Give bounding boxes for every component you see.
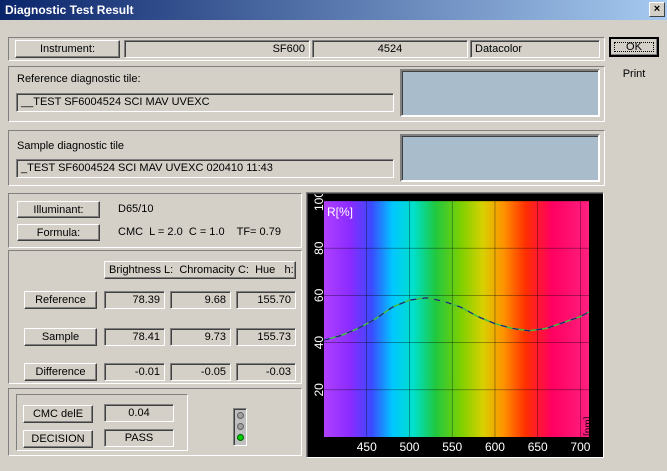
cmc-dele-value: 0.04 [104,404,174,422]
sample-tile-label: Sample diagnostic tile [17,140,125,152]
formula-button[interactable]: Formula: [17,224,100,241]
cmc-dele-button[interactable]: CMC delE [23,405,93,423]
difference-l-value: -0.01 [104,363,165,381]
sample-tile-name: _TEST SF6004524 SCI MAV UVEXC 020410 11:… [16,159,394,178]
values-header: Brightness L: Chromacity C: Hue h: [104,261,296,279]
green-lamp-icon [237,434,244,441]
ok-button[interactable]: OK [609,37,659,57]
red-lamp-icon [237,412,244,419]
reference-l-value: 78.39 [104,291,165,309]
spectrum-chart: 20 40 60 80 100 450 500 550 600 650 700 R[%] [nm] [306,192,604,458]
title-bar: Diagnostic Test Result × [0,0,667,20]
y-tick-label: 60 [312,288,326,302]
x-tick-label: 550 [442,440,462,454]
reference-h-value: 155.70 [236,291,296,309]
formula-value: CMC L = 2.0 C = 1.0 TF= 0.79 [118,226,281,238]
print-button[interactable]: Print [609,66,659,84]
spectrum-background [324,201,589,437]
reference-row-button[interactable]: Reference [24,291,97,309]
instrument-maker-field: Datacolor [470,40,600,58]
y-tick-label: 100 [312,194,326,211]
y-tick-label: 40 [312,336,326,350]
sample-c-value: 9.73 [170,328,231,346]
y-tick-label: 80 [312,241,326,255]
decision-button[interactable]: DECISION [23,430,93,448]
x-tick-label: 600 [485,440,505,454]
y-tick-label: 20 [312,383,326,397]
sample-color-swatch [400,134,600,182]
decision-value: PASS [104,429,174,447]
instrument-serial-field: 4524 [312,40,468,58]
sample-l-value: 78.41 [104,328,165,346]
illuminant-value: D65/10 [118,203,154,215]
x-tick-label: 450 [357,440,377,454]
sample-h-value: 155.73 [236,328,296,346]
difference-c-value: -0.05 [170,363,231,381]
close-icon[interactable]: × [649,2,665,17]
y-axis-label: R[%] [327,205,353,219]
dialog-window: Diagnostic Test Result × OK Print Instru… [0,0,667,471]
reference-color-swatch [400,69,600,117]
instrument-model-field: SF600 [124,40,310,58]
x-axis-label: [nm] [583,416,594,436]
difference-h-value: -0.03 [236,363,296,381]
yellow-lamp-icon [237,423,244,430]
sample-row-button[interactable]: Sample [24,328,97,346]
window-title: Diagnostic Test Result [5,3,134,17]
instrument-button[interactable]: Instrument: [15,40,120,58]
instrument-model: SF600 [272,43,305,55]
x-tick-label: 650 [528,440,548,454]
traffic-light-icon [233,408,247,446]
difference-row-button[interactable]: Difference [24,363,97,381]
x-tick-label: 500 [399,440,419,454]
spectrum-chart-svg: 20 40 60 80 100 450 500 550 600 650 700 R[%] [nm] [312,194,594,454]
illuminant-button[interactable]: Illuminant: [17,201,100,218]
x-tick-label: 700 [570,440,590,454]
ok-label: OK [611,39,657,55]
reference-tile-label: Reference diagnostic tile: [17,73,141,85]
reference-c-value: 9.68 [170,291,231,309]
reference-tile-name: __TEST SF6004524 SCI MAV UVEXC [16,93,394,112]
